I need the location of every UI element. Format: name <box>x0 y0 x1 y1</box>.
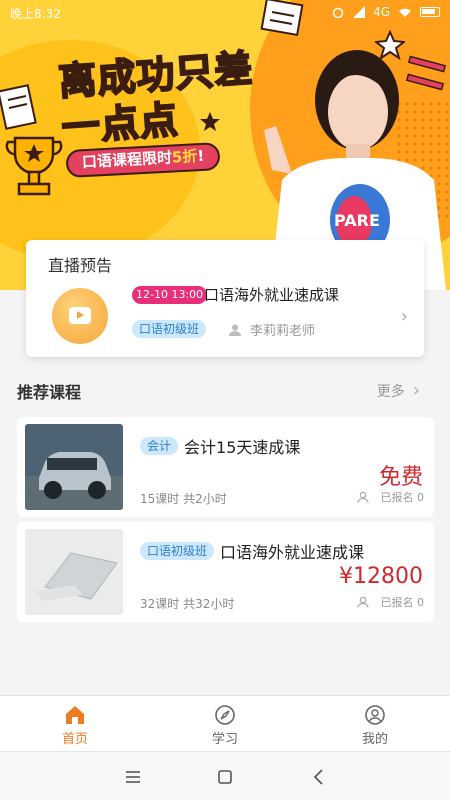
banner-headline: 离成功只差 一点点 <box>56 45 258 150</box>
status-time: 晚上8:32 <box>10 7 61 21</box>
tab-label: 学习 <box>211 732 238 747</box>
live-course-title: 口语海外就业速成课 <box>204 286 340 304</box>
back-icon[interactable] <box>309 767 329 787</box>
enrolled-count: 已报名 0 <box>380 491 425 504</box>
course-meta: 32课时 共32小时 <box>140 597 235 611</box>
home-icon <box>66 706 84 724</box>
home-button-icon[interactable] <box>215 767 235 787</box>
promo-text: 口语课程限时 <box>81 148 173 172</box>
chevron-right-icon: › <box>400 306 408 327</box>
notebook-icon <box>0 84 37 130</box>
more-link[interactable]: 更多 › <box>377 380 420 401</box>
wifi-icon <box>399 8 411 17</box>
course-enrollment: 已报名 0 <box>356 594 425 610</box>
course-title-row: 口语初级班 口语海外就业速成课 <box>140 539 364 563</box>
course-title: 会计15天速成课 <box>184 438 301 457</box>
user-icon <box>365 705 385 725</box>
course-card[interactable]: 口语初级班 口语海外就业速成课 ¥12800 32课时 共32小时 已报名 0 <box>17 522 434 622</box>
course-card[interactable]: 会计 会计15天速成课 免费 15课时 共2小时 已报名 0 <box>17 417 434 517</box>
course-enrollment: 已报名 0 <box>356 489 425 505</box>
course-price: 免费 <box>378 465 423 490</box>
alarm-icon <box>332 7 344 18</box>
course-thumbnail <box>25 424 123 510</box>
tab-label: 首页 <box>61 732 88 747</box>
app-screen: PARE 晚上8:32 4G 离成功只差 一点点 口语课程限时5折! 直播预告 … <box>0 0 450 800</box>
chevron-right-icon: › <box>412 380 420 401</box>
live-tv-icon <box>52 288 108 344</box>
course-tag: 会计 <box>140 437 179 455</box>
person-icon <box>356 596 369 608</box>
promo-suffix: ! <box>196 146 205 166</box>
live-teacher: 李莉莉老师 <box>228 320 315 339</box>
trophy-icon <box>5 136 63 196</box>
network-type: 4G <box>373 5 390 19</box>
battery-icon <box>420 7 440 17</box>
live-time-badge: 12-10 13:00 <box>132 286 208 304</box>
menu-icon[interactable] <box>123 767 143 787</box>
person-icon <box>356 491 369 503</box>
course-title: 口语海外就业速成课 <box>220 543 365 562</box>
shirt-print-text: PARE <box>334 211 380 230</box>
teacher-icon <box>229 324 241 336</box>
tab-profile[interactable]: 我的 <box>300 696 450 751</box>
system-nav-bar <box>0 751 450 800</box>
live-course-tag: 口语初级班 <box>132 320 207 338</box>
compass-icon <box>215 705 235 725</box>
live-preview-card[interactable]: 直播预告 12-10 13:00 口语海外就业速成课 口语初级班 李莉莉老师 › <box>26 240 424 357</box>
course-thumbnail <box>25 529 123 615</box>
course-meta: 15课时 共2小时 <box>140 492 227 506</box>
teacher-name: 李莉莉老师 <box>250 324 316 339</box>
enrolled-count: 已报名 0 <box>380 596 425 609</box>
course-title-row: 会计 会计15天速成课 <box>140 434 300 458</box>
course-tag: 口语初级班 <box>140 542 215 560</box>
recommended-title: 推荐课程 <box>17 383 82 402</box>
course-price: ¥12800 <box>339 564 423 589</box>
more-label: 更多 <box>376 383 405 400</box>
live-preview-title: 直播预告 <box>48 256 113 275</box>
signal-icon <box>353 6 366 18</box>
promo-discount: 5折 <box>171 147 198 167</box>
bottom-tab-bar: 首页 学习 我的 <box>0 695 450 751</box>
tab-home[interactable]: 首页 <box>0 696 150 751</box>
status-bar: 晚上8:32 4G <box>0 0 450 26</box>
tab-study[interactable]: 学习 <box>150 696 300 751</box>
tab-label: 我的 <box>361 732 388 747</box>
